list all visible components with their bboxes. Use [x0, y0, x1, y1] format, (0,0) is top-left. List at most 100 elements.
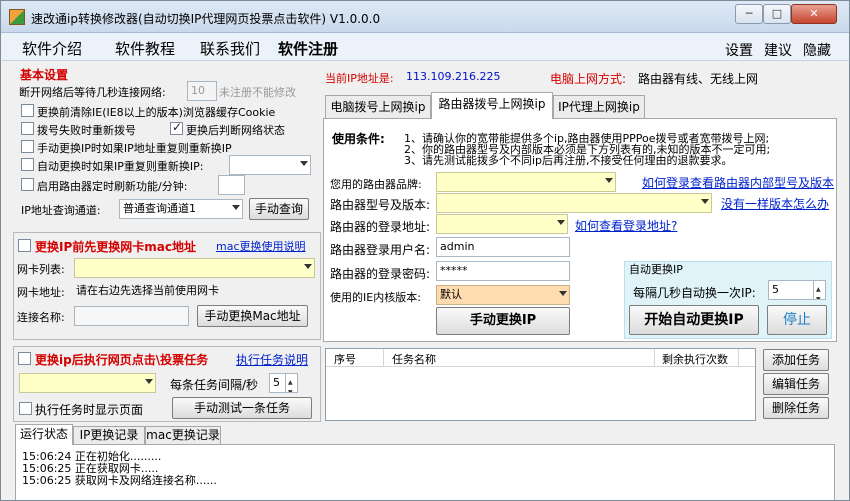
mac-help-link[interactable]: mac更换使用说明	[216, 238, 306, 254]
auto-repeat-checkbox[interactable]	[21, 158, 34, 171]
tab-router-dial[interactable]: 路由器拨号上网换ip	[431, 92, 553, 119]
router-login-address-select[interactable]	[436, 214, 568, 234]
col-task-name[interactable]: 任务名称	[392, 351, 436, 367]
tab-run-status[interactable]: 运行状态	[15, 424, 73, 445]
router-brand-label: 您用的路由器品牌:	[330, 178, 422, 191]
condition-line-3: 3、请先测试能拨多个不同ip后再注册,不接受任何理由的退款要求。	[404, 154, 733, 167]
router-timer-input[interactable]	[218, 175, 245, 195]
stop-button[interactable]: 停止	[767, 305, 827, 335]
manual-change-ip-button[interactable]: 手动更换IP	[436, 307, 570, 335]
redial-checkbox[interactable]	[21, 122, 34, 135]
reconnect-label: 断开网络后等待几秒连接网络:	[19, 86, 166, 99]
tab-ip-log[interactable]: IP更换记录	[73, 426, 145, 445]
change-mac-title: 更换IP前先更换网卡mac地址	[35, 240, 196, 254]
close-button[interactable]: ✕	[791, 4, 837, 24]
show-page-checkbox[interactable]	[19, 402, 32, 415]
window-title: 速改通ip转换修改器(自动切换IP代理网页投票点击软件) V1.0.0.0	[31, 12, 381, 26]
router-model-label: 路由器型号及版本:	[330, 198, 431, 212]
col-index[interactable]: 序号	[334, 351, 356, 367]
router-brand-select[interactable]	[436, 172, 616, 192]
basic-settings-title: 基本设置	[20, 68, 69, 82]
router-username-label: 路由器登录用户名:	[330, 243, 431, 257]
tab-pc-dial[interactable]: 电脑拨号上网换ip	[325, 95, 431, 119]
auto-repeat-select[interactable]	[229, 155, 311, 175]
query-channel-select[interactable]: 普通查询通道1	[119, 199, 243, 219]
title-bar: 速改通ip转换修改器(自动切换IP代理网页投票点击软件) V1.0.0.0 ─ …	[1, 1, 849, 33]
task-interval-input[interactable]: 5	[269, 373, 298, 393]
tab-ip-proxy[interactable]: IP代理上网换ip	[553, 95, 645, 119]
chevron-down-icon	[145, 379, 153, 384]
log-line: 15:06:25 获取网卡及网络连接名称......	[22, 474, 217, 487]
router-username-input[interactable]: admin	[436, 237, 570, 257]
chevron-down-icon	[300, 161, 308, 166]
auto-interval-label: 每隔几秒自动换一次IP:	[633, 286, 756, 300]
router-brand-help-link[interactable]: 如何登录查看路由器内部型号及版本	[642, 174, 834, 191]
reconnect-seconds-input[interactable]: 10	[187, 81, 217, 101]
change-mac-checkbox[interactable]	[18, 239, 31, 252]
add-task-button[interactable]: 添加任务	[763, 349, 829, 371]
router-password-label: 路由器的登录密码:	[330, 267, 431, 281]
auto-repeat-label: 自动更换时如果IP重复则重新换IP:	[37, 160, 204, 173]
auto-interval-input[interactable]: 5	[768, 280, 826, 300]
clear-cache-label: 更换前清除IE(IE8以上的版本)浏览器缓存Cookie	[37, 106, 276, 119]
router-model-help-link[interactable]: 没有一样版本怎么办	[721, 195, 829, 212]
router-model-select[interactable]	[436, 193, 712, 213]
task-list-header: 序号 任务名称 剩余执行次数	[326, 349, 755, 367]
menu-feedback[interactable]: 建议	[764, 40, 792, 60]
maximize-button[interactable]: □	[763, 4, 791, 24]
connection-name-input[interactable]	[74, 306, 189, 326]
auto-change-group: 自动更换IP 每隔几秒自动换一次IP: 5 开始自动更换IP 停止	[624, 261, 832, 339]
app-window: 速改通ip转换修改器(自动切换IP代理网页投票点击软件) V1.0.0.0 ─ …	[0, 0, 850, 501]
ie-version-label: 使用的IE内核版本:	[330, 291, 421, 304]
router-password-input[interactable]: *****	[436, 261, 570, 281]
edit-task-button[interactable]: 编辑任务	[763, 373, 829, 395]
net-mode-value: 路由器有线、无线上网	[638, 72, 759, 86]
spinner-icon[interactable]	[813, 281, 825, 299]
start-auto-change-button[interactable]: 开始自动更换IP	[629, 305, 759, 335]
task-list[interactable]: 序号 任务名称 剩余执行次数	[325, 348, 756, 421]
usage-conditions-label: 使用条件:	[332, 132, 385, 146]
menu-settings[interactable]: 设置	[725, 40, 753, 60]
router-login-address-label: 路由器的登录地址:	[330, 220, 431, 234]
nic-list-select[interactable]	[74, 258, 315, 278]
app-logo-icon	[9, 9, 25, 25]
menu-register[interactable]: 软件注册	[278, 38, 338, 59]
redial-label: 拨号失败时重新拨号	[37, 124, 136, 137]
menu-bar: 软件介绍 软件教程 联系我们 软件注册 设置 建议 隐藏	[2, 33, 849, 61]
menu-intro[interactable]: 软件介绍	[22, 38, 82, 59]
spinner-icon[interactable]	[285, 374, 297, 392]
net-mode-label: 电脑上网方式:	[550, 72, 627, 86]
task-select[interactable]	[19, 373, 156, 393]
run-task-title: 更换ip后执行网页点击\投票任务	[35, 353, 209, 367]
connection-name-label: 连接名称:	[17, 311, 65, 324]
auto-change-group-title: 自动更换IP	[629, 263, 683, 276]
menu-hide[interactable]: 隐藏	[803, 40, 831, 60]
log-area[interactable]: 15:06:24 正在初始化......... 15:06:25 正在获取网卡.…	[15, 444, 835, 500]
delete-task-button[interactable]: 删除任务	[763, 397, 829, 419]
chevron-down-icon	[701, 199, 709, 204]
menu-tutorial[interactable]: 软件教程	[115, 38, 175, 59]
chevron-down-icon	[232, 205, 240, 210]
task-help-link[interactable]: 执行任务说明	[236, 351, 308, 368]
router-login-address-help-link[interactable]: 如何查看登录地址?	[575, 217, 677, 234]
ie-version-select[interactable]: 默认	[436, 285, 570, 305]
mac-panel: 更换IP前先更换网卡mac地址 mac更换使用说明 网卡列表: 网卡地址: 请在…	[13, 232, 321, 340]
manual-repeat-checkbox[interactable]	[21, 140, 34, 153]
test-task-button[interactable]: 手动测试一条任务	[172, 397, 312, 419]
chevron-down-icon	[559, 291, 567, 296]
nic-address-value: 请在右边先选择当前使用网卡	[72, 281, 315, 301]
minimize-button[interactable]: ─	[735, 4, 763, 24]
check-network-checkbox[interactable]	[170, 120, 183, 135]
manual-query-button[interactable]: 手动查询	[249, 198, 309, 220]
clear-cache-checkbox[interactable]	[21, 104, 34, 117]
chevron-down-icon	[605, 178, 613, 183]
router-timer-checkbox[interactable]	[21, 178, 34, 191]
menu-contact[interactable]: 联系我们	[200, 38, 260, 59]
col-remaining[interactable]: 剩余执行次数	[662, 351, 728, 367]
change-mac-button[interactable]: 手动更换Mac地址	[197, 305, 308, 327]
run-task-checkbox[interactable]	[18, 352, 31, 365]
reconnect-hint: 未注册不能修改	[219, 86, 296, 99]
tab-mac-log[interactable]: mac更换记录	[145, 426, 221, 445]
ie-version-value: 默认	[440, 288, 462, 301]
check-network-label: 更换后判断网络状态	[186, 124, 285, 137]
